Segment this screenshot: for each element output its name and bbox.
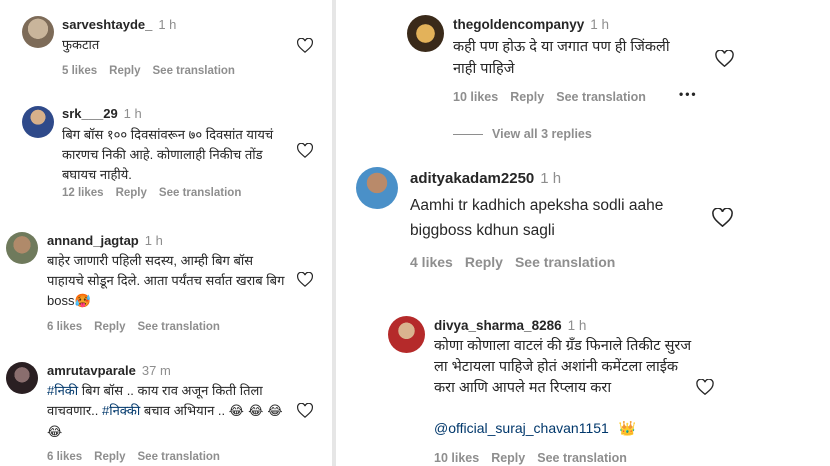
comment-timestamp: 1 h: [540, 170, 562, 187]
like-heart-icon[interactable]: [696, 379, 714, 395]
replies-divider: [453, 134, 483, 135]
avatar[interactable]: [388, 316, 425, 353]
right-comments-panel: thegoldencompanyy 1 h कही पण होऊ दे या जग…: [336, 0, 830, 466]
mention-line: @official_suraj_chavan1151 👑: [434, 420, 636, 437]
reply-button[interactable]: Reply: [465, 254, 503, 270]
comment-timestamp: 1 h: [158, 17, 177, 32]
reply-button[interactable]: Reply: [94, 321, 125, 333]
comment-username[interactable]: thegoldencompanyy 1 h: [453, 17, 609, 32]
mention-link[interactable]: @official_suraj_chavan1151: [434, 420, 609, 436]
comment-meta: 4 likes Reply See translation: [410, 254, 627, 270]
reply-button[interactable]: Reply: [491, 451, 525, 465]
comment-username[interactable]: sarveshtayde_ 1 h: [62, 17, 176, 32]
see-translation-link[interactable]: See translation: [138, 321, 220, 333]
see-translation-link[interactable]: See translation: [537, 451, 627, 465]
like-heart-icon[interactable]: [297, 143, 313, 158]
see-translation-link[interactable]: See translation: [153, 65, 235, 77]
comment-text: बाहेर जाणारी पहिली सदस्य, आम्ही बिग बॉस …: [47, 253, 285, 309]
comment-username[interactable]: annand_jagtap 1 h: [47, 233, 163, 248]
likes-count[interactable]: 5 likes: [62, 65, 97, 77]
comment-timestamp: 1 h: [123, 106, 142, 121]
comment-username[interactable]: divya_sharma_8286 1 h: [434, 318, 586, 333]
comment-timestamp: 1 h: [567, 318, 587, 333]
comment-text: कही पण होऊ दे या जगात पण ही जिंकली नाही …: [453, 39, 670, 77]
comment-timestamp: 1 h: [144, 233, 163, 248]
comment-text: फुकटात: [62, 37, 100, 52]
avatar[interactable]: [6, 362, 38, 394]
more-options-icon[interactable]: •••: [679, 87, 698, 101]
comment-meta: 6 likes Reply See translation: [47, 451, 232, 463]
avatar[interactable]: [22, 106, 54, 138]
comment-item: divya_sharma_8286 1 h कोणा कोणाला वाटलं क…: [336, 308, 830, 466]
comment-item: srk___29 1 h बिग बॉस १०० दिवसांवरून ७० दि…: [0, 96, 332, 216]
likes-count[interactable]: 12 likes: [62, 187, 104, 199]
avatar[interactable]: [6, 232, 38, 264]
like-heart-icon[interactable]: [712, 208, 733, 227]
reply-button[interactable]: Reply: [94, 451, 125, 463]
comment-item: amrutavparale 37 m #निकी बिग बॉस .. काय र…: [0, 352, 332, 466]
reply-button[interactable]: Reply: [510, 90, 544, 104]
comment-timestamp: 37 m: [141, 363, 171, 378]
see-translation-link[interactable]: See translation: [515, 254, 615, 270]
avatar[interactable]: [356, 167, 398, 209]
comment-text: बिग बॉस १०० दिवसांवरून ७० दिवसांत यायचं …: [62, 127, 274, 182]
avatar[interactable]: [22, 16, 54, 48]
see-translation-link[interactable]: See translation: [159, 187, 241, 199]
reply-button[interactable]: Reply: [116, 187, 147, 199]
comment-meta: 5 likes Reply See translation: [62, 65, 247, 77]
hashtag-link[interactable]: #निकी: [47, 383, 78, 398]
left-comments-panel: sarveshtayde_ 1 h फुकटात 5 likes Reply See …: [0, 0, 332, 466]
comment-username[interactable]: adityakadam2250 1 h: [410, 170, 561, 187]
likes-count[interactable]: 6 likes: [47, 321, 82, 333]
comment-text: कोणा कोणाला वाटलं की ग्रँड फिनाले तिकीट …: [434, 338, 692, 396]
comment-text: Aamhi tr kadhich apeksha sodli aahe bigg…: [410, 197, 664, 239]
comment-username[interactable]: amrutavparale 37 m: [47, 363, 171, 378]
reply-button[interactable]: Reply: [109, 65, 140, 77]
likes-count[interactable]: 10 likes: [434, 451, 479, 465]
comment-meta: 10 likes Reply See translation: [434, 451, 639, 465]
comment-item: annand_jagtap 1 h बाहेर जाणारी पहिली सदस्…: [0, 220, 332, 345]
comment-item: sarveshtayde_ 1 h फुकटात 5 likes Reply See …: [0, 0, 332, 95]
like-heart-icon[interactable]: [297, 38, 313, 53]
likes-count[interactable]: 6 likes: [47, 451, 82, 463]
hot-face-emoji: 🥵: [74, 294, 91, 309]
comment-timestamp: 1 h: [590, 17, 610, 32]
comment-meta: 6 likes Reply See translation: [47, 321, 232, 333]
like-heart-icon[interactable]: [715, 50, 734, 67]
likes-count[interactable]: 4 likes: [410, 254, 453, 270]
comment-username[interactable]: srk___29 1 h: [62, 106, 142, 121]
crown-emoji: 👑: [618, 421, 637, 437]
comment-item: thegoldencompanyy 1 h कही पण होऊ दे या जग…: [336, 0, 830, 150]
see-translation-link[interactable]: See translation: [556, 90, 646, 104]
view-replies-link[interactable]: View all 3 replies: [492, 127, 592, 141]
comment-meta: 12 likes Reply See translation: [62, 187, 253, 199]
see-translation-link[interactable]: See translation: [138, 451, 220, 463]
likes-count[interactable]: 10 likes: [453, 90, 498, 104]
like-heart-icon[interactable]: [297, 272, 313, 287]
like-heart-icon[interactable]: [297, 403, 313, 418]
comment-text: #निकी बिग बॉस .. काय राव अजून किती तिला …: [47, 383, 283, 440]
avatar[interactable]: [407, 15, 444, 52]
comment-item: adityakadam2250 1 h Aamhi tr kadhich apek…: [336, 158, 830, 288]
comment-meta: 10 likes Reply See translation: [453, 90, 658, 104]
hashtag-link[interactable]: #निक्की: [102, 403, 140, 418]
